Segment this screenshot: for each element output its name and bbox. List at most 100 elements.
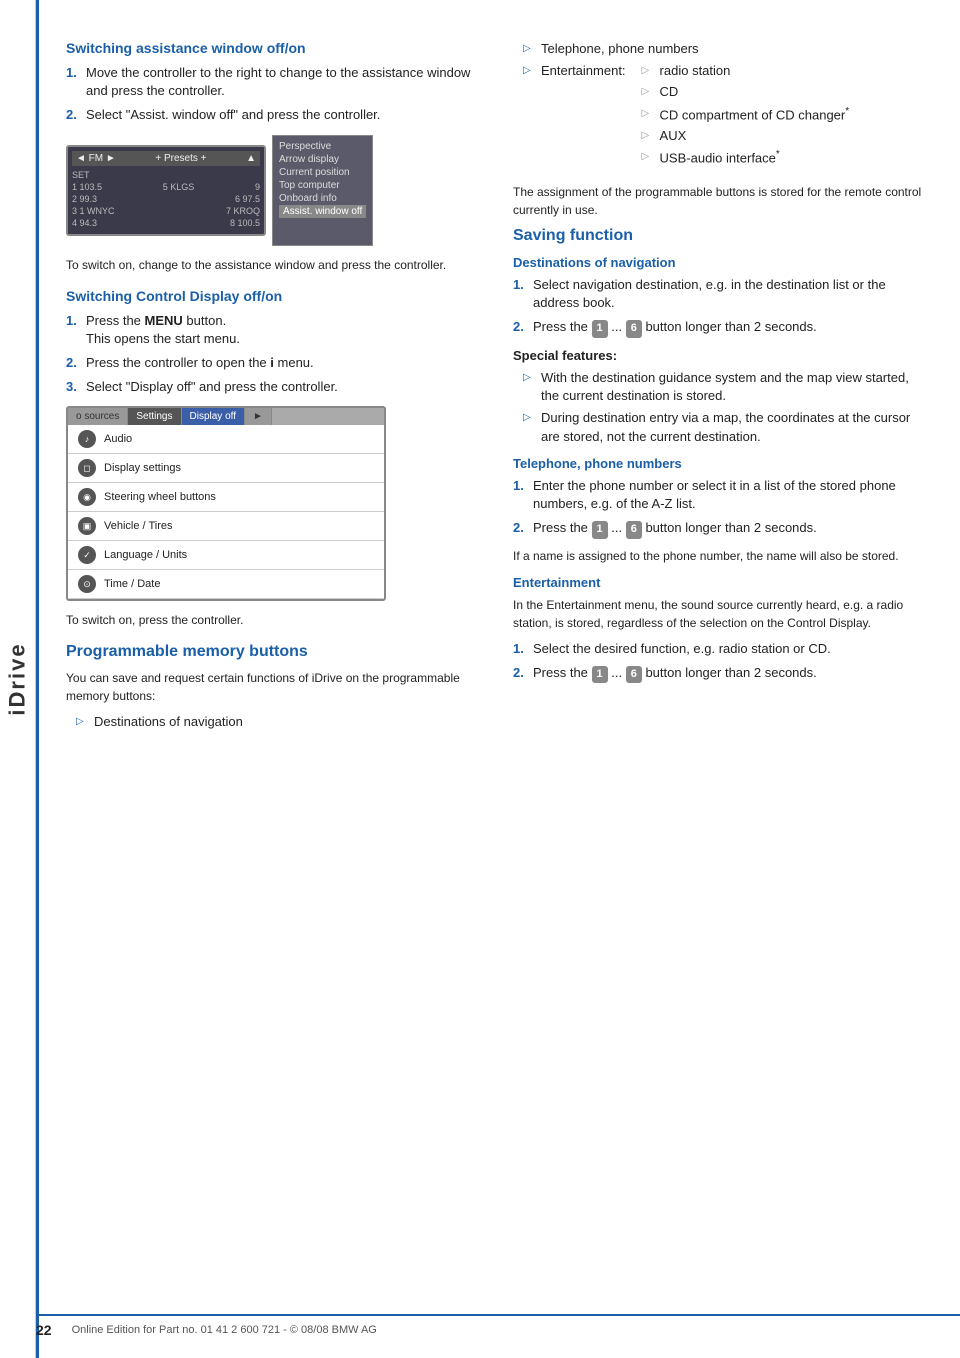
control-display-note: To switch on, press the controller. (66, 611, 483, 629)
dest-step-2: 2. Press the 1 ... 6 button longer than … (513, 318, 930, 337)
two-column-layout: Switching assistance window off/on 1. Mo… (66, 40, 930, 1318)
entertainment-body: In the Entertainment menu, the sound sou… (513, 596, 930, 632)
menu-item-current: Current position (279, 166, 366, 179)
ent-button-6-badge: 6 (626, 666, 642, 683)
step-2: 2. Select "Assist. window off" and press… (66, 106, 483, 124)
cd-step-1: 1. Press the MENU button.This opens the … (66, 312, 483, 348)
set-label: SET (72, 170, 260, 180)
telephone-subheading: Telephone, phone numbers (513, 456, 930, 471)
destinations-steps: 1. Select navigation destination, e.g. i… (513, 276, 930, 338)
bullet-entertainment: Entertainment: radio station CD CD compa… (513, 62, 930, 175)
dest-step-1: 1. Select navigation destination, e.g. i… (513, 276, 930, 312)
sub-bullet-cd: CD (632, 83, 850, 101)
step-1: 1. Move the controller to the right to c… (66, 64, 483, 100)
sub-bullet-cd-changer: CD compartment of CD changer* (632, 105, 850, 125)
tel-button-6-badge: 6 (626, 521, 642, 538)
ent-step-2-num: 2. (513, 664, 527, 683)
cd-step-1-num: 1. (66, 312, 80, 348)
step-1-num: 1. (66, 64, 80, 100)
special-bullet-2: During destination entry via a map, the … (513, 409, 930, 445)
section-heading-control-display: Switching Control Display off/on (66, 288, 483, 304)
menu-bold: MENU (145, 313, 183, 328)
main-content: Switching assistance window off/on 1. Mo… (36, 0, 960, 1358)
cd-step-2-num: 2. (66, 354, 80, 372)
display-label: Display settings (104, 462, 181, 474)
radio-row-1: 1 103.55 KLGS9 (72, 182, 260, 192)
vertical-accent-bar (36, 0, 39, 1358)
sidebar-label: iDrive (0, 0, 36, 1358)
menu-item-arrow: Arrow display (279, 153, 366, 166)
tel-step-1-text: Enter the phone number or select it in a… (533, 477, 930, 513)
context-menu: Perspective Arrow display Current positi… (272, 135, 373, 246)
dest-step-2-text: Press the 1 ... 6 button longer than 2 s… (533, 318, 930, 337)
cd-step-3-num: 3. (66, 378, 80, 396)
audio-label: Audio (104, 433, 132, 445)
screen-header-left: ◄ FM ► (76, 153, 116, 164)
radio-row-2: 2 99.36 97.5 (72, 194, 260, 204)
tab-display-off[interactable]: Display off (182, 408, 246, 425)
page-number: 22 (36, 1322, 52, 1338)
telephone-steps: 1. Enter the phone number or select it i… (513, 477, 930, 539)
settings-screen: o sources Settings Display off ► ♪ Audio… (66, 406, 386, 601)
screen-simulation-area: ◄ FM ► + Presets + ▲ SET 1 103.55 KLGS9 … (66, 135, 483, 246)
entertainment-steps: 1. Select the desired function, e.g. rad… (513, 640, 930, 684)
step-2-text: Select "Assist. window off" and press th… (86, 106, 483, 124)
section-saving: Saving function Destinations of navigati… (513, 227, 930, 683)
settings-item-language: ✓ Language / Units (68, 541, 384, 570)
programmable-intro: You can save and request certain functio… (66, 669, 483, 705)
settings-item-time: ⊙ Time / Date (68, 570, 384, 599)
tel-button-1-badge: 1 (592, 521, 608, 538)
asterisk-2: * (776, 149, 780, 160)
steering-label: Steering wheel buttons (104, 491, 216, 503)
screen-header: ◄ FM ► + Presets + ▲ (72, 151, 260, 166)
entertainment-subheading: Entertainment (513, 575, 930, 590)
tel-step-1-num: 1. (513, 477, 527, 513)
tab-sources[interactable]: o sources (68, 408, 128, 425)
settings-item-steering: ◉ Steering wheel buttons (68, 483, 384, 512)
ent-button-1-badge: 1 (592, 666, 608, 683)
special-bullets: With the destination guidance system and… (513, 369, 930, 446)
tab-arrow[interactable]: ► (245, 408, 272, 425)
sidebar-text: iDrive (5, 642, 31, 715)
telephone-note: If a name is assigned to the phone numbe… (513, 547, 930, 565)
page-footer: 22 Online Edition for Part no. 01 41 2 6… (36, 1314, 960, 1338)
menu-item-onboard: Onboard info (279, 192, 366, 205)
tel-step-1: 1. Enter the phone number or select it i… (513, 477, 930, 513)
time-label: Time / Date (104, 578, 160, 590)
menu-item-top: Top computer (279, 179, 366, 192)
right-column: Telephone, phone numbers Entertainment: … (513, 40, 930, 1318)
left-column: Switching assistance window off/on 1. Mo… (66, 40, 483, 1318)
screen-header-right: ▲ (246, 153, 256, 164)
ent-step-2-text: Press the 1 ... 6 button longer than 2 s… (533, 664, 930, 683)
tel-step-2: 2. Press the 1 ... 6 button longer than … (513, 519, 930, 538)
assistance-note: To switch on, change to the assistance w… (66, 256, 483, 274)
menu-item-perspective: Perspective (279, 140, 366, 153)
dest-step-2-num: 2. (513, 318, 527, 337)
special-bullet-1-text: With the destination guidance system and… (541, 369, 930, 405)
radio-row-4: 4 94.38 100.5 (72, 218, 260, 228)
cd-step-2: 2. Press the controller to open the i me… (66, 354, 483, 372)
control-display-steps-list: 1. Press the MENU button.This opens the … (66, 312, 483, 397)
vehicle-icon: ▣ (78, 517, 96, 535)
menu-item-assist: Assist. window off (279, 205, 366, 218)
cd-step-3-text: Select "Display off" and press the contr… (86, 378, 483, 396)
saving-heading: Saving function (513, 227, 930, 245)
bullet-telephone: Telephone, phone numbers (513, 40, 930, 58)
cd-step-2-text: Press the controller to open the i menu. (86, 354, 483, 372)
radio-row-3: 3 1 WNYC7 KROQ (72, 206, 260, 216)
settings-item-audio: ♪ Audio (68, 425, 384, 454)
bullet-entertainment-text: Entertainment: (541, 62, 626, 175)
ent-step-1: 1. Select the desired function, e.g. rad… (513, 640, 930, 658)
section-control-display: Switching Control Display off/on 1. Pres… (66, 288, 483, 630)
destinations-subheading: Destinations of navigation (513, 255, 930, 270)
dest-step-1-text: Select navigation destination, e.g. in t… (533, 276, 930, 312)
vehicle-label: Vehicle / Tires (104, 520, 172, 532)
step-2-num: 2. (66, 106, 80, 124)
page-wrapper: iDrive Switching assistance window off/o… (0, 0, 960, 1358)
tel-step-2-num: 2. (513, 519, 527, 538)
special-bullet-2-text: During destination entry via a map, the … (541, 409, 930, 445)
assignment-note: The assignment of the programmable butto… (513, 183, 930, 219)
section-heading-programmable: Programmable memory buttons (66, 643, 483, 661)
special-bullet-1: With the destination guidance system and… (513, 369, 930, 405)
tab-settings[interactable]: Settings (128, 408, 181, 425)
